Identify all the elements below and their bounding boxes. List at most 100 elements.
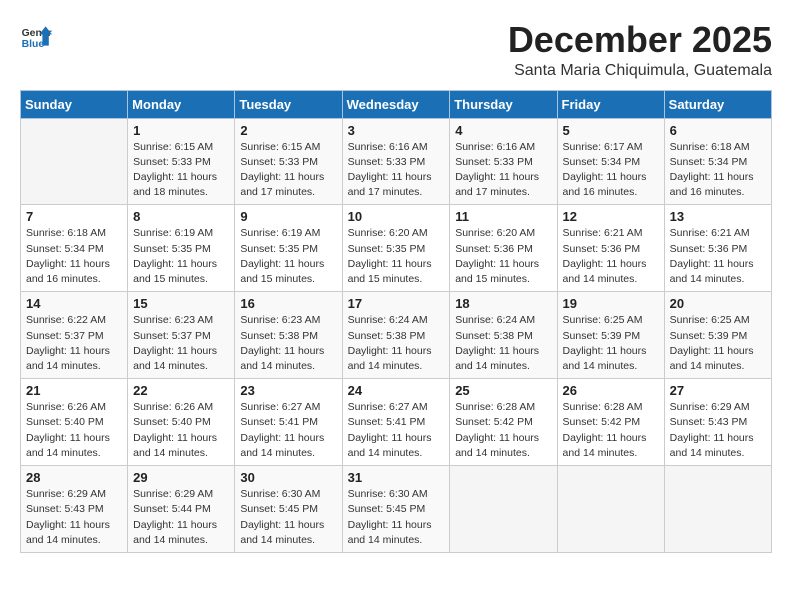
- table-row: 26 Sunrise: 6:28 AMSunset: 5:42 PMDayligh…: [557, 379, 664, 466]
- col-friday: Friday: [557, 90, 664, 118]
- day-number: 27: [670, 383, 766, 398]
- day-info: Sunrise: 6:27 AMSunset: 5:41 PMDaylight:…: [240, 400, 336, 461]
- table-row: 6 Sunrise: 6:18 AMSunset: 5:34 PMDaylight…: [664, 118, 771, 205]
- day-number: 16: [240, 296, 336, 311]
- table-row: 5 Sunrise: 6:17 AMSunset: 5:34 PMDaylight…: [557, 118, 664, 205]
- table-row: 21 Sunrise: 6:26 AMSunset: 5:40 PMDayligh…: [21, 379, 128, 466]
- day-info: Sunrise: 6:29 AMSunset: 5:44 PMDaylight:…: [133, 487, 229, 548]
- day-info: Sunrise: 6:17 AMSunset: 5:34 PMDaylight:…: [563, 140, 659, 201]
- col-sunday: Sunday: [21, 90, 128, 118]
- day-number: 18: [455, 296, 551, 311]
- table-row: 11 Sunrise: 6:20 AMSunset: 5:36 PMDayligh…: [450, 205, 557, 292]
- table-row: 22 Sunrise: 6:26 AMSunset: 5:40 PMDayligh…: [128, 379, 235, 466]
- calendar-table: Sunday Monday Tuesday Wednesday Thursday…: [20, 90, 772, 553]
- table-row: [21, 118, 128, 205]
- table-row: 25 Sunrise: 6:28 AMSunset: 5:42 PMDayligh…: [450, 379, 557, 466]
- table-row: 29 Sunrise: 6:29 AMSunset: 5:44 PMDayligh…: [128, 466, 235, 553]
- day-info: Sunrise: 6:20 AMSunset: 5:36 PMDaylight:…: [455, 226, 551, 287]
- table-row: 19Sunrise: 6:25 AMSunset: 5:39 PMDayligh…: [557, 292, 664, 379]
- month-title: December 2025: [508, 20, 772, 60]
- day-info: Sunrise: 6:18 AMSunset: 5:34 PMDaylight:…: [670, 140, 766, 201]
- col-monday: Monday: [128, 90, 235, 118]
- day-number: 2: [240, 123, 336, 138]
- logo: General Blue: [20, 20, 54, 52]
- col-thursday: Thursday: [450, 90, 557, 118]
- table-row: 15 Sunrise: 6:23 AMSunset: 5:37 PMDayligh…: [128, 292, 235, 379]
- day-info: Sunrise: 6:30 AMSunset: 5:45 PMDaylight:…: [240, 487, 336, 548]
- table-row: 18 Sunrise: 6:24 AMSunset: 5:38 PMDayligh…: [450, 292, 557, 379]
- table-row: 9 Sunrise: 6:19 AMSunset: 5:35 PMDaylight…: [235, 205, 342, 292]
- table-row: 17 Sunrise: 6:24 AMSunset: 5:38 PMDayligh…: [342, 292, 450, 379]
- day-number: 21: [26, 383, 122, 398]
- day-info: Sunrise: 6:21 AMSunset: 5:36 PMDaylight:…: [670, 226, 766, 287]
- day-info: Sunrise: 6:26 AMSunset: 5:40 PMDaylight:…: [133, 400, 229, 461]
- day-info: Sunrise: 6:29 AMSunset: 5:43 PMDaylight:…: [670, 400, 766, 461]
- location-title: Santa Maria Chiquimula, Guatemala: [508, 62, 772, 80]
- day-number: 6: [670, 123, 766, 138]
- calendar-header-row: Sunday Monday Tuesday Wednesday Thursday…: [21, 90, 772, 118]
- day-number: 28: [26, 470, 122, 485]
- col-wednesday: Wednesday: [342, 90, 450, 118]
- day-info: Sunrise: 6:24 AMSunset: 5:38 PMDaylight:…: [348, 313, 445, 374]
- day-info: Sunrise: 6:28 AMSunset: 5:42 PMDaylight:…: [455, 400, 551, 461]
- day-number: 22: [133, 383, 229, 398]
- day-info: Sunrise: 6:19 AMSunset: 5:35 PMDaylight:…: [240, 226, 336, 287]
- day-number: 5: [563, 123, 659, 138]
- day-number: 1: [133, 123, 229, 138]
- calendar-week-row: 28Sunrise: 6:29 AMSunset: 5:43 PMDayligh…: [21, 466, 772, 553]
- day-number: 9: [240, 209, 336, 224]
- title-block: December 2025 Santa Maria Chiquimula, Gu…: [508, 20, 772, 80]
- day-number: 19: [563, 296, 659, 311]
- day-info: Sunrise: 6:24 AMSunset: 5:38 PMDaylight:…: [455, 313, 551, 374]
- table-row: 2 Sunrise: 6:15 AMSunset: 5:33 PMDaylight…: [235, 118, 342, 205]
- day-info: Sunrise: 6:22 AMSunset: 5:37 PMDaylight:…: [26, 313, 122, 374]
- day-number: 17: [348, 296, 445, 311]
- day-number: 14: [26, 296, 122, 311]
- svg-text:Blue: Blue: [22, 39, 45, 50]
- day-number: 13: [670, 209, 766, 224]
- day-info: Sunrise: 6:28 AMSunset: 5:42 PMDaylight:…: [563, 400, 659, 461]
- day-number: 26: [563, 383, 659, 398]
- table-row: 30Sunrise: 6:30 AMSunset: 5:45 PMDayligh…: [235, 466, 342, 553]
- table-row: 24 Sunrise: 6:27 AMSunset: 5:41 PMDayligh…: [342, 379, 450, 466]
- table-row: 31Sunrise: 6:30 AMSunset: 5:45 PMDayligh…: [342, 466, 450, 553]
- day-info: Sunrise: 6:15 AMSunset: 5:33 PMDaylight:…: [133, 140, 229, 201]
- day-info: Sunrise: 6:30 AMSunset: 5:45 PMDaylight:…: [348, 487, 445, 548]
- col-saturday: Saturday: [664, 90, 771, 118]
- logo-icon: General Blue: [20, 20, 52, 52]
- day-number: 25: [455, 383, 551, 398]
- calendar-week-row: 7 Sunrise: 6:18 AMSunset: 5:34 PMDaylight…: [21, 205, 772, 292]
- table-row: [450, 466, 557, 553]
- table-row: [557, 466, 664, 553]
- day-number: 10: [348, 209, 445, 224]
- table-row: 23 Sunrise: 6:27 AMSunset: 5:41 PMDayligh…: [235, 379, 342, 466]
- day-number: 29: [133, 470, 229, 485]
- table-row: 20Sunrise: 6:25 AMSunset: 5:39 PMDayligh…: [664, 292, 771, 379]
- day-info: Sunrise: 6:23 AMSunset: 5:37 PMDaylight:…: [133, 313, 229, 374]
- day-number: 11: [455, 209, 551, 224]
- day-info: Sunrise: 6:21 AMSunset: 5:36 PMDaylight:…: [563, 226, 659, 287]
- table-row: 3 Sunrise: 6:16 AMSunset: 5:33 PMDaylight…: [342, 118, 450, 205]
- day-info: Sunrise: 6:16 AMSunset: 5:33 PMDaylight:…: [348, 140, 445, 201]
- day-info: Sunrise: 6:18 AMSunset: 5:34 PMDaylight:…: [26, 226, 122, 287]
- table-row: 7 Sunrise: 6:18 AMSunset: 5:34 PMDaylight…: [21, 205, 128, 292]
- day-info: Sunrise: 6:26 AMSunset: 5:40 PMDaylight:…: [26, 400, 122, 461]
- day-number: 24: [348, 383, 445, 398]
- day-number: 7: [26, 209, 122, 224]
- day-number: 8: [133, 209, 229, 224]
- day-number: 23: [240, 383, 336, 398]
- table-row: 14 Sunrise: 6:22 AMSunset: 5:37 PMDayligh…: [21, 292, 128, 379]
- day-info: Sunrise: 6:19 AMSunset: 5:35 PMDaylight:…: [133, 226, 229, 287]
- calendar-week-row: 1 Sunrise: 6:15 AMSunset: 5:33 PMDaylight…: [21, 118, 772, 205]
- day-info: Sunrise: 6:25 AMSunset: 5:39 PMDaylight:…: [670, 313, 766, 374]
- day-info: Sunrise: 6:20 AMSunset: 5:35 PMDaylight:…: [348, 226, 445, 287]
- day-number: 12: [563, 209, 659, 224]
- day-number: 4: [455, 123, 551, 138]
- day-number: 15: [133, 296, 229, 311]
- day-info: Sunrise: 6:27 AMSunset: 5:41 PMDaylight:…: [348, 400, 445, 461]
- day-info: Sunrise: 6:23 AMSunset: 5:38 PMDaylight:…: [240, 313, 336, 374]
- day-info: Sunrise: 6:15 AMSunset: 5:33 PMDaylight:…: [240, 140, 336, 201]
- table-row: 4Sunrise: 6:16 AMSunset: 5:33 PMDaylight…: [450, 118, 557, 205]
- calendar-week-row: 21 Sunrise: 6:26 AMSunset: 5:40 PMDayligh…: [21, 379, 772, 466]
- day-number: 3: [348, 123, 445, 138]
